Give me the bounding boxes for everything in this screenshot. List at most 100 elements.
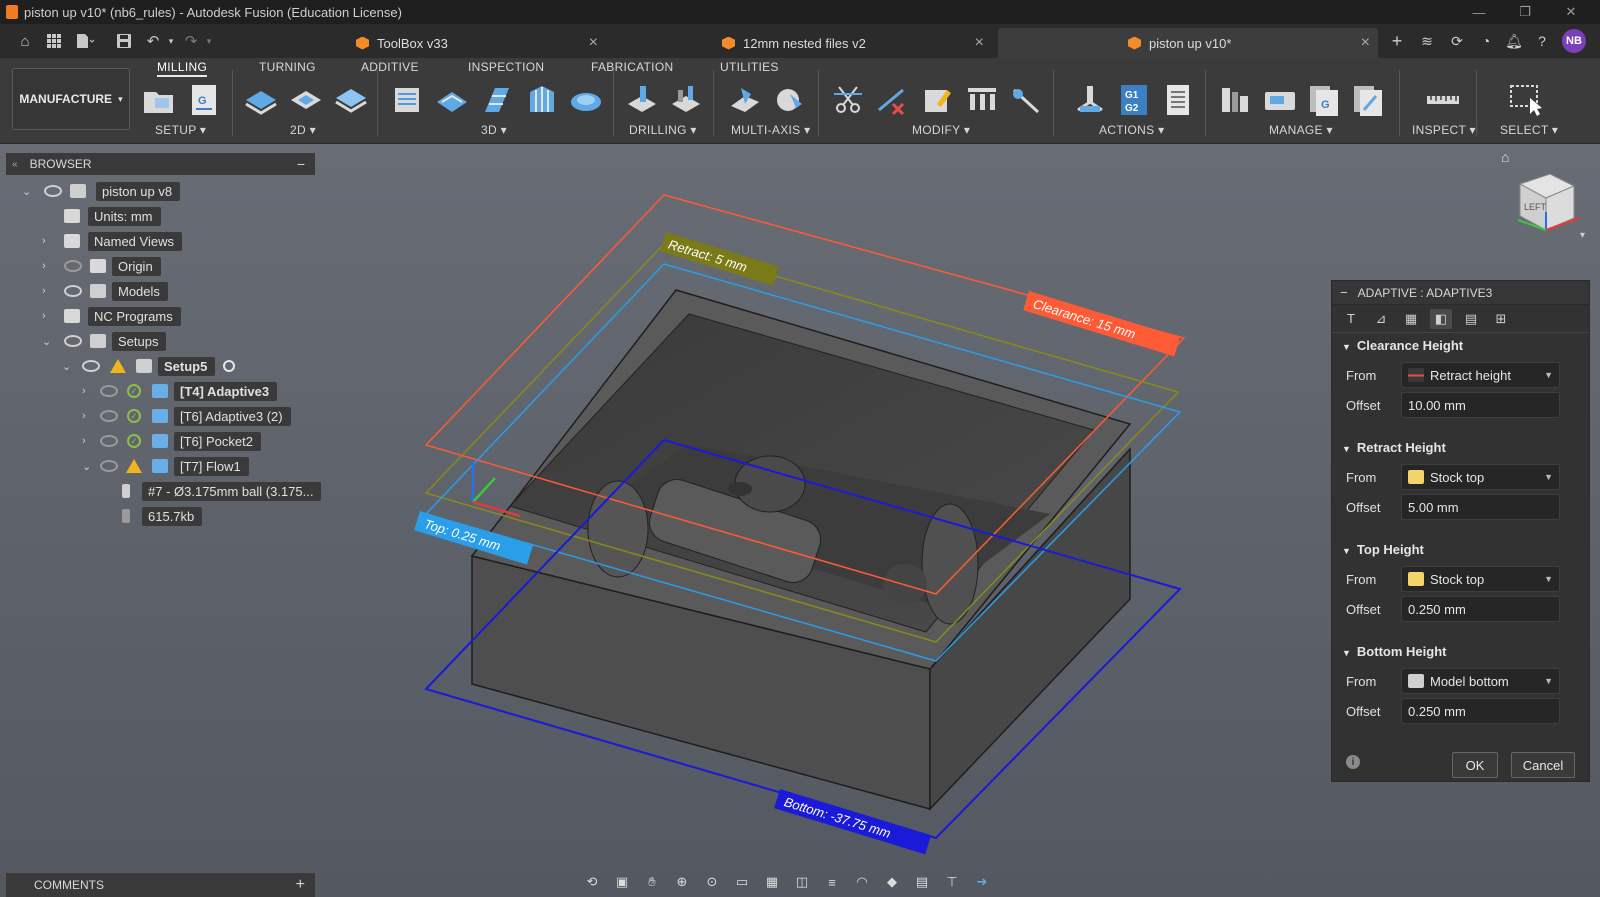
feed-direction-icon[interactable]: ➜ xyxy=(972,873,992,891)
tab-turning[interactable]: TURNING xyxy=(259,60,316,74)
data-panel-grid-icon[interactable] xyxy=(43,30,65,52)
user-avatar[interactable]: NB xyxy=(1562,29,1586,53)
top-height-header[interactable]: ▼ Top Height xyxy=(1342,542,1424,557)
tab-inspection[interactable]: INSPECTION xyxy=(468,60,544,74)
visibility-eye-icon[interactable] xyxy=(82,360,100,372)
group-manage[interactable]: MANAGE ▾ xyxy=(1269,123,1333,137)
group-actions[interactable]: ACTIONS ▾ xyxy=(1099,123,1164,137)
tree-item-adaptive3[interactable]: › ✓ [T4] Adaptive3 xyxy=(60,380,278,402)
bottom-height-header[interactable]: ▼ Bottom Height xyxy=(1342,644,1446,659)
visibility-hidden-eye-icon[interactable] xyxy=(100,460,118,472)
file-menu-icon[interactable] xyxy=(74,30,96,52)
grid-icon[interactable]: ▦ xyxy=(762,873,782,891)
tab-tool-icon[interactable]: T xyxy=(1340,309,1362,329)
collapse-arrows-icon[interactable]: « xyxy=(12,159,18,170)
tab-linking-icon[interactable]: ⊞ xyxy=(1490,309,1512,329)
top-offset-input[interactable]: 0.250 mm xyxy=(1401,596,1560,622)
bottom-from-dropdown[interactable]: Model bottom ▼ xyxy=(1401,668,1560,694)
face-icon[interactable] xyxy=(333,82,369,118)
cancel-button[interactable]: Cancel xyxy=(1511,752,1575,778)
select-window-icon[interactable] xyxy=(1508,82,1544,118)
tree-item-nc-programs[interactable]: › NC Programs xyxy=(20,305,181,327)
hole-recognition-icon[interactable] xyxy=(668,82,704,118)
visibility-eye-icon[interactable] xyxy=(44,185,62,197)
new-tab-icon[interactable]: + xyxy=(1386,30,1408,52)
close-window-button[interactable]: ✕ xyxy=(1548,0,1594,24)
chevron-down-icon[interactable]: ⌄ xyxy=(42,335,51,348)
ok-button[interactable]: OK xyxy=(1452,752,1498,778)
new-setup-icon[interactable] xyxy=(141,82,177,118)
group-multi-axis[interactable]: MULTI-AXIS ▾ xyxy=(731,123,810,137)
tree-item-flow1[interactable]: ⌄ [T7] Flow1 xyxy=(60,455,249,477)
visibility-hidden-eye-icon[interactable] xyxy=(64,260,82,272)
chevron-right-icon[interactable]: › xyxy=(82,410,86,422)
clock-icon[interactable]: ◔ xyxy=(1475,30,1497,52)
edit-notes-icon[interactable] xyxy=(919,82,955,118)
tree-item-units[interactable]: Units: mm xyxy=(20,205,161,227)
redo-dropdown-icon[interactable]: ▾ xyxy=(198,30,220,52)
steep-and-shallow-icon[interactable] xyxy=(479,82,515,118)
swarf-icon[interactable] xyxy=(727,82,763,118)
tab-utilities[interactable]: UTILITIES xyxy=(720,60,779,74)
post-process-icon[interactable]: G1 G2 xyxy=(1116,82,1152,118)
group-select[interactable]: SELECT ▾ xyxy=(1500,123,1558,137)
bottom-offset-input[interactable]: 0.250 mm xyxy=(1401,698,1560,724)
view-cube-menu-icon[interactable]: ▾ xyxy=(1580,230,1585,241)
top-from-dropdown[interactable]: Stock top ▼ xyxy=(1401,566,1560,592)
fit-icon[interactable]: ⊙ xyxy=(702,873,722,891)
tab-geometry-icon[interactable]: ⊿ xyxy=(1370,309,1392,329)
orbit-icon[interactable]: ⟲ xyxy=(582,873,602,891)
chevron-right-icon[interactable]: › xyxy=(42,235,46,247)
pan-hand-icon[interactable]: ✋︎ xyxy=(642,873,662,891)
minimize-browser-icon[interactable]: − xyxy=(297,156,305,172)
tab-heights-icon-blue[interactable]: ▦ xyxy=(1400,309,1422,329)
tab-fabrication[interactable]: FABRICATION xyxy=(591,60,673,74)
display-settings-icon[interactable]: ▭ xyxy=(732,873,752,891)
group-inspect[interactable]: INSPECT ▾ xyxy=(1412,123,1476,137)
group-modify[interactable]: MODIFY ▾ xyxy=(912,123,970,137)
tree-item-models[interactable]: › Models xyxy=(20,280,168,302)
delete-toolpath-icon[interactable] xyxy=(875,82,911,118)
visibility-eye-icon[interactable] xyxy=(64,285,82,297)
post-library-icon[interactable]: G xyxy=(1306,82,1342,118)
adaptive-clearing-icon[interactable] xyxy=(389,82,425,118)
look-at-icon[interactable]: ▣ xyxy=(612,873,632,891)
chevron-down-icon[interactable]: ⌄ xyxy=(22,185,31,198)
close-tab-icon[interactable]: × xyxy=(1361,34,1370,52)
retract-from-dropdown[interactable]: Stock top ▼ xyxy=(1401,464,1560,490)
minimize-button[interactable]: — xyxy=(1456,0,1502,24)
drill-icon[interactable] xyxy=(624,82,660,118)
chevron-down-icon[interactable]: ⌄ xyxy=(82,460,91,473)
undo-dropdown-icon[interactable]: ▾ xyxy=(160,30,182,52)
tab-milling[interactable]: MILLING xyxy=(157,60,208,77)
active-setup-radio-icon[interactable] xyxy=(223,360,236,372)
pocket-clearing-icon[interactable] xyxy=(434,82,470,118)
tree-item-origin[interactable]: › Origin xyxy=(20,255,161,277)
clearance-offset-input[interactable]: 10.00 mm xyxy=(1401,392,1560,418)
tab-piston-up[interactable]: piston up v10* × xyxy=(998,28,1378,58)
measure-icon[interactable] xyxy=(1425,82,1461,118)
extensions-icon[interactable]: ≋ xyxy=(1416,30,1438,52)
visibility-hidden-eye-icon[interactable] xyxy=(100,435,118,447)
group-2d[interactable]: 2D ▾ xyxy=(290,123,316,137)
clearance-from-dropdown[interactable]: Retract height ▼ xyxy=(1401,362,1560,388)
retract-offset-input[interactable]: 5.00 mm xyxy=(1401,494,1560,520)
2d-pocket-icon[interactable] xyxy=(288,82,324,118)
simulation-icon[interactable]: ◆ xyxy=(882,873,902,891)
viewports-icon[interactable]: ◫ xyxy=(792,873,812,891)
chevron-right-icon[interactable]: › xyxy=(42,285,46,297)
tree-item-adaptive3-2[interactable]: › ✓ [T6] Adaptive3 (2) xyxy=(60,405,291,427)
tree-item-file-size[interactable]: 615.7kb xyxy=(100,505,203,527)
save-icon[interactable] xyxy=(113,30,135,52)
tool-display-icon[interactable]: ⊤ xyxy=(942,873,962,891)
notifications-bell-icon[interactable]: 🔔︎ xyxy=(1503,30,1525,52)
group-setup[interactable]: SETUP ▾ xyxy=(155,123,206,137)
add-comment-icon[interactable]: + xyxy=(296,876,305,894)
tab-12mm-nested-files[interactable]: 12mm nested files v2 × xyxy=(722,28,992,58)
tab-toolbox[interactable]: ToolBox v33 × xyxy=(356,28,606,58)
parallel-icon[interactable] xyxy=(524,82,560,118)
maximize-button[interactable]: ❐ xyxy=(1502,0,1548,24)
home-icon[interactable]: ⌂ xyxy=(14,30,36,52)
chevron-right-icon[interactable]: › xyxy=(42,260,46,272)
close-tab-icon[interactable]: × xyxy=(975,34,984,52)
